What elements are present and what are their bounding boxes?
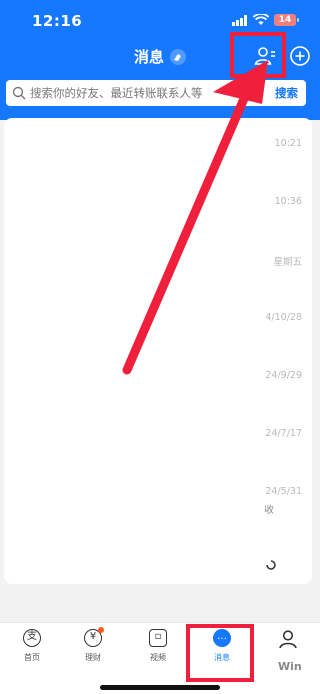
message-time: 4/10/28 <box>265 312 302 323</box>
message-time: 24/5/31 <box>265 486 302 497</box>
add-circle-icon[interactable] <box>289 45 311 67</box>
message-preview-fragment: 收 <box>264 505 274 516</box>
battery-indicator: 14 <box>274 14 299 26</box>
message-time: 星期五 <box>273 257 302 268</box>
search-bar[interactable]: 搜索 <box>6 80 306 106</box>
search-icon <box>12 86 26 100</box>
tab-bar: 支 首页 ¥ 理财 ▫ 视频 … 消息 <box>0 622 320 694</box>
watermark: Win <box>278 660 302 673</box>
message-time: 24/9/29 <box>265 370 302 381</box>
tab-wealth[interactable]: ¥ 理财 <box>61 627 125 673</box>
video-icon: ▫ <box>149 629 167 647</box>
tab-home[interactable]: 支 首页 <box>0 629 64 673</box>
message-time: 10:36 <box>274 196 302 207</box>
status-time: 12:16 <box>32 12 83 30</box>
search-input[interactable] <box>30 80 248 106</box>
tab-label: 视频 <box>150 653 166 662</box>
search-button[interactable]: 搜索 <box>275 80 298 106</box>
home-indicator <box>100 685 220 690</box>
highlight-box-messages-tab <box>186 624 254 682</box>
loading-spinner-icon <box>266 560 276 570</box>
broom-icon[interactable] <box>170 48 186 65</box>
wealth-glyph: ¥ <box>89 631 97 642</box>
tab-video[interactable]: ▫ 视频 <box>126 629 190 673</box>
wifi-icon <box>253 14 269 25</box>
home-icon: 支 <box>23 629 41 647</box>
signal-bars-icon <box>232 15 247 26</box>
message-time: 24/7/17 <box>265 428 302 439</box>
message-time: 10:21 <box>274 138 302 149</box>
profile-icon <box>279 630 297 649</box>
highlight-box-contacts <box>230 32 286 78</box>
tab-label: 首页 <box>24 653 40 662</box>
page-title-text: 消息 <box>133 48 164 66</box>
notification-dot <box>98 627 104 633</box>
message-list: 10:21 10:36 星期五 4/10/28 24/9/29 24/7/17 … <box>4 118 312 584</box>
wealth-icon: ¥ <box>84 627 104 647</box>
tab-label: 理财 <box>85 653 101 662</box>
